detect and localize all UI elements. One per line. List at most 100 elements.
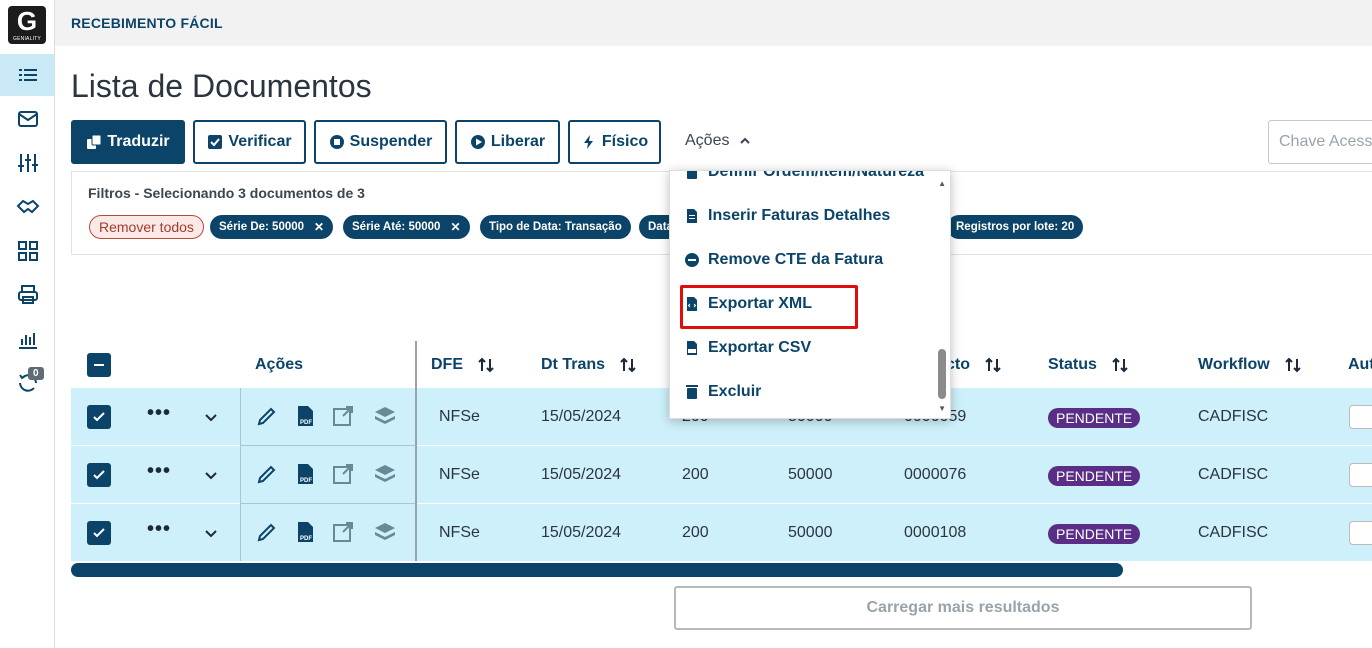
filter-chip[interactable]: Série De: 50000 ✕: [210, 215, 334, 239]
sidebar-item-print[interactable]: [0, 274, 55, 316]
suspender-button[interactable]: Suspender: [314, 120, 447, 164]
scroll-thumb[interactable]: [938, 349, 946, 399]
table-row[interactable]: ••• PDF NFSe 15/05/2024 200 50000 000007…: [71, 446, 1372, 503]
sort-icon[interactable]: [1284, 356, 1302, 374]
aut-field[interactable]: [1349, 405, 1372, 429]
pdf-icon[interactable]: PDF: [293, 520, 317, 544]
row-checkbox[interactable]: [87, 521, 111, 545]
cell-dt-trans: 15/05/2024: [541, 408, 622, 425]
table-row[interactable]: ••• PDF NFSe 15/05/2024 200 50000 000010…: [71, 504, 1372, 561]
sort-icon[interactable]: [1111, 356, 1129, 374]
highlight-box: [680, 285, 858, 329]
horizontal-scrollbar[interactable]: [71, 563, 1123, 577]
aut-field[interactable]: [1349, 463, 1372, 487]
external-link-icon[interactable]: [331, 462, 355, 486]
row-checkbox[interactable]: [87, 405, 111, 429]
liberar-button[interactable]: Liberar: [455, 120, 560, 164]
menu-item-inserir-faturas[interactable]: Inserir Faturas Detalhes: [684, 207, 890, 225]
cell-workflow: CADFISC: [1198, 466, 1269, 483]
app-logo[interactable]: G GENIALITY: [8, 6, 46, 44]
sync-badge: 0: [28, 367, 44, 380]
filter-chip[interactable]: Registros por lote: 20: [947, 215, 1084, 239]
traduzir-button[interactable]: Traduzir: [71, 120, 185, 164]
pencil-icon[interactable]: [255, 520, 279, 544]
acoes-dropdown-toggle[interactable]: Ações: [685, 132, 751, 150]
select-all-checkbox[interactable]: [87, 353, 111, 377]
close-icon[interactable]: ✕: [314, 220, 324, 234]
cell-serie: 50000: [788, 466, 833, 483]
status-badge: PENDENTE: [1048, 524, 1141, 544]
remove-all-filters-button[interactable]: Remover todos: [89, 215, 204, 239]
cell-docto: 0000108: [904, 524, 967, 541]
menu-item-exportar-csv[interactable]: Exportar CSV: [684, 339, 811, 357]
pdf-icon[interactable]: PDF: [293, 462, 317, 486]
col-aut-label: Aut: [1348, 356, 1372, 373]
layers-icon[interactable]: [373, 404, 397, 428]
cell-c1: 200: [682, 524, 709, 541]
list-icon: [18, 69, 37, 81]
search-input[interactable]: Chave Acesso: [1268, 120, 1372, 164]
chevron-down-icon[interactable]: [203, 525, 219, 541]
scroll-down-icon[interactable]: ▼: [938, 404, 946, 413]
dropdown-scrollbar[interactable]: ▲ ▼: [934, 171, 950, 418]
sort-icon[interactable]: [984, 356, 1002, 374]
col-dt-trans[interactable]: Dt Trans: [541, 356, 637, 374]
cell-serie: 50000: [788, 524, 833, 541]
sidebar-item-sync[interactable]: 0: [0, 362, 55, 404]
col-dfe-label: DFE: [431, 356, 463, 373]
menu-item-definir-ordem[interactable]: Definir Ordem/Item/Natureza: [684, 171, 924, 181]
row-checkbox[interactable]: [87, 463, 111, 487]
col-dt-trans-label: Dt Trans: [541, 356, 606, 373]
pdf-icon[interactable]: PDF: [293, 404, 317, 428]
sidebar-item-documents[interactable]: [0, 54, 55, 96]
row-more-button[interactable]: •••: [147, 518, 171, 541]
row-more-button[interactable]: •••: [147, 460, 171, 483]
cell-docto: 0000076: [904, 466, 967, 483]
logo-subtitle: GENIALITY: [13, 36, 41, 42]
col-status[interactable]: Status: [1048, 356, 1129, 374]
app-title: RECEBIMENTO FÁCIL: [71, 15, 223, 31]
minus-circle-icon: [685, 253, 699, 267]
lightning-icon: [583, 135, 593, 149]
svg-text:PDF: PDF: [300, 420, 312, 426]
bar-chart-icon: [18, 333, 37, 349]
cell-workflow: CADFISC: [1198, 524, 1269, 541]
scroll-up-icon[interactable]: ▲: [938, 179, 946, 188]
filter-chip[interactable]: Tipo de Data: Transação: [480, 215, 631, 239]
filter-chip[interactable]: Série Até: 50000 ✕: [343, 215, 470, 239]
menu-item-label: Inserir Faturas Detalhes: [708, 207, 891, 224]
col-docto[interactable]: cto: [946, 356, 1002, 374]
check-icon: [93, 470, 105, 480]
aut-field[interactable]: [1349, 521, 1372, 545]
row-more-button[interactable]: •••: [147, 402, 171, 425]
printer-icon: [17, 285, 38, 304]
sidebar-item-reports[interactable]: [0, 318, 55, 360]
handshake-icon: [16, 199, 39, 214]
layers-icon[interactable]: [373, 462, 397, 486]
sort-icon[interactable]: [619, 356, 637, 374]
load-more-button[interactable]: Carregar mais resultados: [674, 586, 1252, 630]
fisico-button[interactable]: Físico: [568, 120, 661, 164]
sidebar-item-partners[interactable]: [0, 186, 55, 228]
filter-chip-label: Tipo de Data: Transação: [489, 221, 622, 233]
chevron-down-icon[interactable]: [203, 409, 219, 425]
pencil-icon[interactable]: [255, 462, 279, 486]
external-link-icon[interactable]: [331, 404, 355, 428]
chevron-down-icon[interactable]: [203, 467, 219, 483]
sidebar-item-settings[interactable]: [0, 142, 55, 184]
sidebar-item-warehouse[interactable]: [0, 230, 55, 272]
col-aut[interactable]: Aut: [1348, 356, 1372, 374]
menu-item-remove-cte[interactable]: Remove CTE da Fatura: [684, 251, 883, 269]
layers-icon[interactable]: [373, 520, 397, 544]
external-link-icon[interactable]: [331, 520, 355, 544]
menu-item-excluir[interactable]: Excluir: [684, 383, 761, 401]
close-icon[interactable]: ✕: [450, 220, 460, 234]
verificar-button[interactable]: Verificar: [193, 120, 306, 164]
pencil-icon[interactable]: [255, 404, 279, 428]
col-workflow[interactable]: Workflow: [1198, 356, 1302, 374]
cell-dt-trans: 15/05/2024: [541, 466, 622, 483]
status-badge: PENDENTE: [1048, 466, 1141, 486]
col-dfe[interactable]: DFE: [431, 356, 495, 374]
sort-icon[interactable]: [477, 356, 495, 374]
sidebar-item-mail[interactable]: [0, 98, 55, 140]
